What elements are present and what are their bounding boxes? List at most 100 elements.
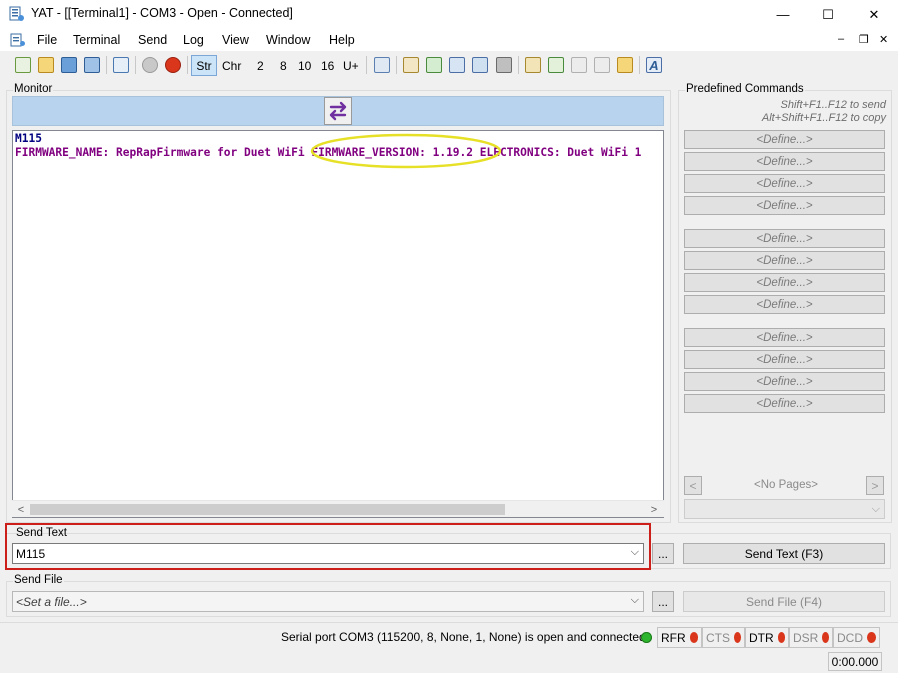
status-message: Serial port COM3 (115200, 8, None, 1, No…: [281, 630, 646, 644]
predefined-no-pages: <No Pages>: [754, 479, 818, 491]
chevron-down-icon[interactable]: ⌵: [631, 594, 639, 607]
rfr-indicator[interactable]: RFR: [657, 627, 702, 648]
send-file-browse-button[interactable]: ...: [652, 591, 674, 612]
menu-file[interactable]: File: [37, 33, 57, 47]
radix-8-button[interactable]: 8: [280, 59, 287, 73]
menu-help[interactable]: Help: [329, 33, 355, 47]
radix-16-button[interactable]: 16: [321, 59, 334, 73]
monitor-rx-icon[interactable]: [449, 57, 465, 73]
predefined-command-12[interactable]: <Define...>: [684, 394, 885, 413]
monitor-output[interactable]: M115 FIRMWARE_NAME: RepRapFirmware for D…: [12, 130, 664, 518]
toolbar-separator: [639, 56, 640, 74]
close-button[interactable]: ✕: [851, 0, 897, 29]
menu-log[interactable]: Log: [183, 33, 204, 47]
send-file-button[interactable]: Send File (F4): [683, 591, 885, 612]
terminal-settings-icon[interactable]: [113, 57, 129, 73]
dtr-indicator[interactable]: DTR: [745, 627, 789, 648]
predefined-hint-send: Shift+F1..F12 to send: [780, 99, 886, 111]
title-bar: YAT - [[Terminal1] - COM3 - Open - Conne…: [0, 0, 898, 29]
predefined-hint-copy: Alt+Shift+F1..F12 to copy: [761, 112, 886, 124]
menu-view[interactable]: View: [222, 33, 249, 47]
open-folder-icon[interactable]: [38, 57, 54, 73]
send-text-button[interactable]: Send Text (F3): [683, 543, 885, 564]
menu-bar: File Terminal Send Log View Window Help …: [0, 29, 898, 51]
send-text-input[interactable]: M115 ⌵: [12, 543, 644, 564]
scroll-thumb[interactable]: [30, 504, 505, 515]
minimize-button[interactable]: —: [760, 0, 806, 29]
new-terminal-icon[interactable]: [15, 57, 31, 73]
toolbar-separator: [396, 56, 397, 74]
save-icon[interactable]: [61, 57, 77, 73]
toolbar: Str Chr 2 8 10 16 U+ A: [0, 52, 898, 78]
cts-led-icon: [734, 632, 741, 643]
monitor-horizontal-scrollbar[interactable]: < >: [12, 500, 664, 517]
save-all-icon[interactable]: [84, 57, 100, 73]
predefined-command-5[interactable]: <Define...>: [684, 229, 885, 248]
port-status-led-icon: [641, 632, 652, 643]
scroll-right-arrow[interactable]: >: [646, 502, 662, 517]
send-file-label: Send File: [13, 574, 64, 586]
log-folder-icon[interactable]: [617, 57, 633, 73]
predefined-command-4[interactable]: <Define...>: [684, 196, 885, 215]
monitor-tx-line: M115: [15, 132, 42, 145]
radix-str-button[interactable]: Str: [191, 55, 217, 76]
predefined-command-7[interactable]: <Define...>: [684, 273, 885, 292]
chevron-down-icon: ⌵: [871, 503, 880, 515]
dcd-indicator: DCD: [833, 627, 880, 648]
menu-window[interactable]: Window: [266, 33, 310, 47]
log-settings-icon[interactable]: [525, 57, 541, 73]
dcd-label: DCD: [837, 630, 863, 645]
predefined-command-3[interactable]: <Define...>: [684, 174, 885, 193]
toolbar-separator: [187, 56, 188, 74]
send-text-label: Send Text: [16, 527, 67, 539]
predefined-command-6[interactable]: <Define...>: [684, 251, 885, 270]
monitor-layout-icon[interactable]: [472, 57, 488, 73]
predefined-command-9[interactable]: <Define...>: [684, 328, 885, 347]
dsr-led-icon: [822, 632, 829, 643]
predefined-label: Predefined Commands: [685, 83, 805, 95]
predefined-command-1[interactable]: <Define...>: [684, 130, 885, 149]
predefined-command-2[interactable]: <Define...>: [684, 152, 885, 171]
dtr-led-icon: [777, 632, 785, 643]
chevron-down-icon[interactable]: ⌵: [631, 546, 639, 559]
menu-terminal[interactable]: Terminal: [73, 33, 120, 47]
font-format-icon[interactable]: A: [646, 57, 662, 73]
toolbar-separator: [366, 56, 367, 74]
monitor-tx-icon[interactable]: [403, 57, 419, 73]
dtr-label: DTR: [749, 630, 774, 645]
timer-value: 0:00.000: [831, 654, 879, 669]
send-file-placeholder: <Set a file...>: [16, 595, 87, 609]
send-file-icon[interactable]: [374, 57, 390, 73]
toolbar-separator: [518, 56, 519, 74]
close-port-icon[interactable]: [165, 57, 181, 73]
open-port-icon[interactable]: [142, 57, 158, 73]
log-off-icon[interactable]: [571, 57, 587, 73]
yat-app-icon: [9, 6, 24, 21]
log-clear-icon[interactable]: [594, 57, 610, 73]
swap-direction-icon[interactable]: [324, 97, 352, 125]
radix-2-button[interactable]: 2: [257, 59, 264, 73]
maximize-button[interactable]: ☐: [805, 0, 851, 29]
predefined-command-8[interactable]: <Define...>: [684, 295, 885, 314]
predefined-command-11[interactable]: <Define...>: [684, 372, 885, 391]
radix-unicode-button[interactable]: U+: [343, 59, 359, 73]
highlight-ellipse: [310, 133, 502, 169]
monitor-bidir-icon[interactable]: [426, 57, 442, 73]
mdi-close-button[interactable]: ✕: [879, 33, 888, 46]
mdi-minimize-button[interactable]: ‒: [838, 33, 844, 45]
predefined-page-select[interactable]: ⌵: [684, 499, 885, 519]
send-text-options-button[interactable]: ...: [652, 543, 674, 564]
menu-send[interactable]: Send: [138, 33, 167, 47]
radix-10-button[interactable]: 10: [298, 59, 311, 73]
send-file-input[interactable]: <Set a file...> ⌵: [12, 591, 644, 612]
print-icon[interactable]: [496, 57, 512, 73]
log-on-icon[interactable]: [548, 57, 564, 73]
predefined-prev-page-button[interactable]: <: [684, 476, 702, 495]
radix-chr-button[interactable]: Chr: [222, 59, 241, 73]
terminal-doc-icon[interactable]: [10, 33, 26, 47]
mdi-restore-button[interactable]: ❐: [859, 33, 869, 46]
predefined-command-10[interactable]: <Define...>: [684, 350, 885, 369]
scroll-left-arrow[interactable]: <: [13, 502, 29, 517]
predefined-next-page-button[interactable]: >: [866, 476, 884, 495]
toolbar-separator: [135, 56, 136, 74]
